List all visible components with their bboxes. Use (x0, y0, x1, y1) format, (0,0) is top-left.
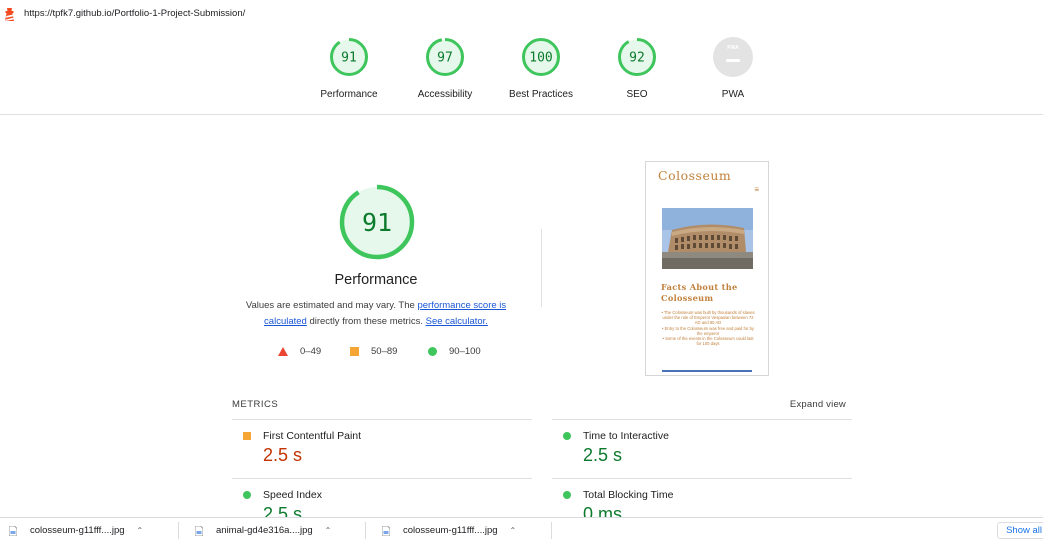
gauge-score: 92 (629, 51, 645, 66)
gauge-label: SEO (626, 89, 648, 100)
legend-pass-label: 90–100 (449, 345, 481, 357)
fact-text: Entry to the Colosseum was free and paid… (664, 325, 755, 336)
gauge-performance[interactable]: 91 Performance (299, 37, 399, 100)
metric-divider (232, 419, 532, 420)
download-item[interactable]: animal-gd4e316a....jpg ⌃ (195, 518, 331, 542)
lighthouse-icon (5, 7, 14, 21)
fact-text: The Colosseum was built by thousands of … (662, 310, 755, 326)
colosseum-image-icon (662, 208, 753, 269)
legend-fail: 0–49 (278, 345, 321, 357)
fact-item: • The Colosseum was built by thousands o… (661, 310, 755, 326)
chevron-up-icon[interactable]: ⌃ (137, 526, 144, 535)
file-icon (9, 525, 17, 536)
metrics-title: METRICS (232, 399, 279, 410)
metric-value: 0 ms (583, 504, 623, 517)
file-icon (382, 525, 390, 536)
pass-circle-icon (563, 491, 571, 499)
triangle-icon (278, 346, 288, 356)
metric-divider (232, 478, 532, 479)
metric-first-contentful-paint: First Contentful Paint 2.5 s (232, 430, 532, 478)
metric-value: 2.5 s (263, 445, 303, 465)
score-gauges: 91 Performance 97 Accessibility 100 Best… (0, 37, 1043, 107)
pwa-badge-text: PWA (727, 45, 739, 51)
download-filename: colosseum-g11fff....jpg (30, 525, 125, 536)
pass-circle-icon (563, 432, 571, 440)
performance-description: Values are estimated and may vary. The p… (238, 298, 514, 330)
fact-item: • Entry to the Colosseum was free and pa… (661, 325, 755, 336)
metric-value: 2.5 s (583, 445, 623, 465)
gauge-label: PWA (721, 89, 745, 100)
performance-score: 91 (362, 208, 392, 237)
gauge-label: Accessibility (417, 89, 473, 100)
colosseum-photo (662, 208, 753, 269)
screenshot-footer-bar (662, 370, 752, 372)
gauge-label: Performance (320, 89, 378, 100)
fact-item: • Some of the events in the Colosseum co… (662, 336, 754, 347)
vertical-separator (541, 229, 542, 307)
screenshot-site-title: Colosseum (658, 168, 732, 183)
download-separator (365, 522, 366, 539)
download-separator (551, 522, 552, 539)
download-filename: colosseum-g11fff....jpg (403, 525, 498, 536)
gauge-accessibility[interactable]: 97 Accessibility (395, 37, 495, 100)
final-screenshot[interactable]: Colosseum ≡ Facts About the Colosseum • … (645, 161, 769, 376)
screenshot-heading: Facts About the Colosseum (661, 282, 738, 303)
circle-icon (428, 346, 437, 356)
chevron-up-icon[interactable]: ⌃ (325, 526, 332, 535)
facts-list: • The Colosseum was built by thousands o… (661, 310, 755, 346)
best-practices-gauge-icon: 100 (522, 38, 560, 76)
metric-name: First Contentful Paint (263, 430, 362, 442)
accessibility-gauge-icon: 97 (426, 38, 464, 76)
metric-divider (552, 419, 852, 420)
metric-name: Speed Index (263, 489, 322, 501)
desc-prefix: Values are estimated and may vary. The (245, 300, 418, 311)
desc-mid: directly from these metrics. (306, 316, 426, 327)
download-separator (178, 522, 179, 539)
metric-name: Time to Interactive (583, 430, 669, 442)
legend-average-label: 50–89 (371, 345, 398, 357)
performance-gauge-icon: 91 (330, 38, 368, 76)
gauge-best-practices[interactable]: 100 Best Practices (491, 37, 591, 100)
see-calculator-link[interactable]: See calculator. (426, 316, 488, 327)
downloads-bar: colosseum-g11fff....jpg ⌃ animal-gd4e316… (0, 517, 1043, 542)
pass-circle-icon (243, 491, 251, 499)
url-text: https://tpfk7.github.io/Portfolio-1-Proj… (24, 8, 246, 19)
url-bar: https://tpfk7.github.io/Portfolio-1-Proj… (0, 0, 1043, 27)
fact-text: Some of the events in the Colosseum coul… (665, 336, 754, 347)
metric-value: 2.5 s (263, 504, 303, 517)
gauge-score: 91 (341, 51, 357, 66)
download-filename: animal-gd4e316a....jpg (216, 525, 313, 536)
seo-gauge-icon: 92 (618, 38, 656, 76)
average-square-icon (243, 432, 251, 440)
show-all-button[interactable]: Show all (997, 522, 1043, 539)
download-item[interactable]: colosseum-g11fff....jpg ⌃ (9, 518, 143, 542)
metric-total-blocking-time: Total Blocking Time 0 ms (552, 489, 852, 517)
gauge-seo[interactable]: 92 SEO (587, 37, 687, 100)
expand-view-toggle[interactable]: Expand view (790, 399, 846, 410)
square-icon (350, 346, 359, 356)
legend-fail-label: 0–49 (300, 345, 322, 357)
pwa-badge-icon: PWA (713, 37, 753, 77)
pwa-dash (726, 59, 740, 62)
legend-average: 50–89 (350, 345, 397, 357)
performance-large-gauge: 91 (339, 184, 415, 260)
metric-speed-index: Speed Index 2.5 s (232, 489, 532, 517)
header-divider (0, 114, 1043, 115)
gauge-score: 100 (529, 51, 552, 66)
download-item[interactable]: colosseum-g11fff....jpg ⌃ (382, 518, 516, 542)
metric-divider (552, 478, 852, 479)
metric-time-to-interactive: Time to Interactive 2.5 s (552, 430, 852, 478)
gauge-label: Best Practices (509, 89, 573, 100)
gauge-pwa[interactable]: PWA PWA (683, 37, 783, 100)
legend-pass: 90–100 (428, 345, 481, 357)
metric-name: Total Blocking Time (583, 489, 674, 501)
performance-title: Performance (334, 272, 418, 288)
chevron-up-icon[interactable]: ⌃ (510, 526, 517, 535)
file-icon (195, 525, 203, 536)
hamburger-icon: ≡ (754, 185, 759, 194)
gauge-score: 97 (437, 51, 453, 66)
